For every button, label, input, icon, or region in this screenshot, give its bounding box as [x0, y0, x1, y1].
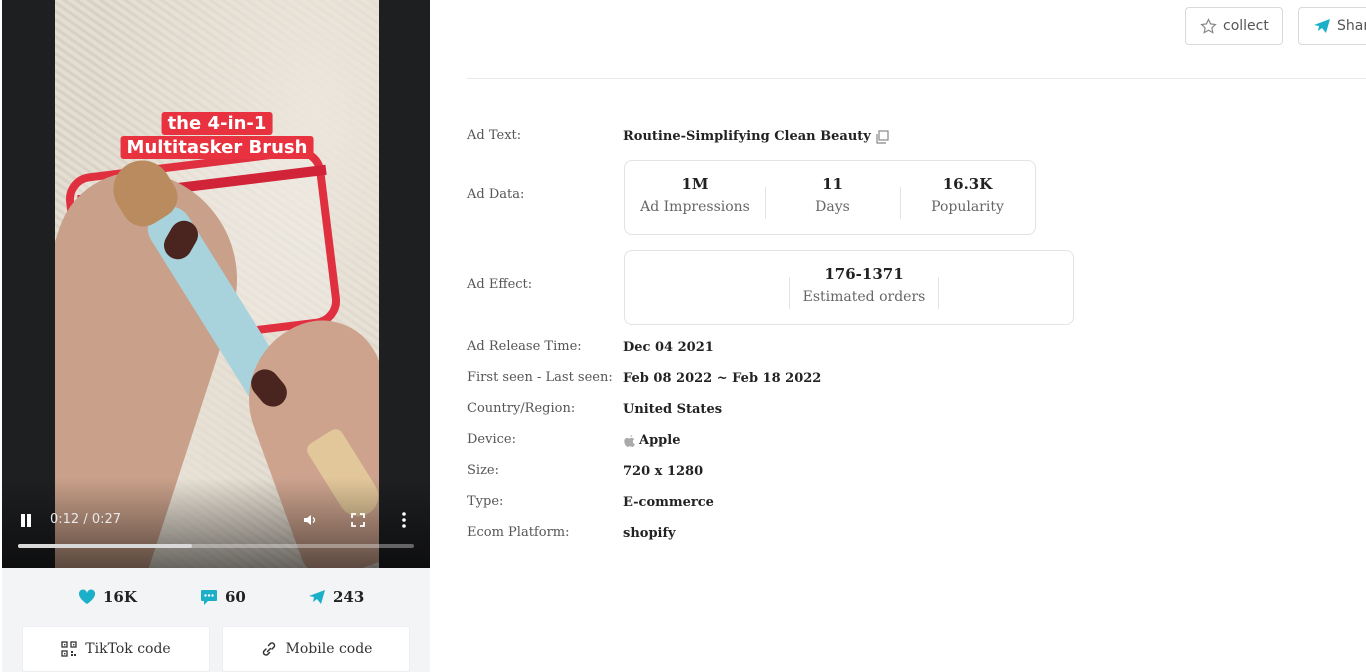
send-icon — [309, 590, 325, 604]
type-label: Type: — [467, 494, 504, 509]
ad-impressions-caption: Ad Impressions — [640, 199, 750, 215]
ad-impressions-stat: 1M Ad Impressions — [625, 175, 765, 215]
ecom-platform-value: shopify — [623, 526, 676, 541]
release-time-label: Ad Release Time: — [467, 339, 582, 354]
mobile-code-label: Mobile code — [285, 641, 373, 657]
shares-count: 243 — [333, 588, 365, 606]
copy-icon[interactable] — [875, 129, 889, 144]
type-value: E-commerce — [623, 495, 714, 510]
device-row: Apple — [623, 433, 680, 448]
estimated-orders-stat: 176-1371 Estimated orders — [789, 265, 939, 305]
estimated-orders-value: 176-1371 — [824, 265, 904, 283]
days-stat: 11 Days — [765, 175, 900, 215]
video-controls: 0:12 / 0:27 — [2, 506, 430, 534]
popularity-value: 16.3K — [942, 175, 993, 193]
device-label: Device: — [467, 432, 516, 447]
popularity-caption: Popularity — [931, 199, 1004, 215]
video-caption-line2: Multitasker Brush — [120, 136, 314, 159]
seen-range-value: Feb 08 2022 ~ Feb 18 2022 — [623, 371, 822, 386]
comment-icon — [201, 589, 217, 605]
stat-divider — [938, 277, 939, 309]
engagement-panel: 16K 60 243 TikTok code Mobile code — [2, 568, 430, 672]
days-value: 11 — [822, 175, 843, 193]
ad-effect-label: Ad Effect: — [467, 277, 533, 292]
ecom-platform-label: Ecom Platform: — [467, 525, 570, 540]
size-label: Size: — [467, 463, 499, 478]
qr-code-icon — [61, 641, 77, 657]
video-time: 0:12 / 0:27 — [50, 512, 122, 527]
ad-text-row: Routine-Simplifying Clean Beauty — [623, 129, 889, 144]
star-icon — [1200, 17, 1217, 34]
send-icon — [1314, 19, 1330, 33]
comments-count: 60 — [225, 588, 246, 606]
heart-icon — [78, 589, 96, 604]
likes-stat: 16K — [78, 588, 137, 606]
collect-label: collect — [1223, 18, 1269, 34]
country-value: United States — [623, 402, 723, 417]
collect-button[interactable]: collect — [1185, 7, 1283, 45]
apple-icon — [624, 434, 635, 447]
size-value: 720 x 1280 — [623, 464, 704, 479]
link-icon — [262, 642, 275, 656]
share-button[interactable]: Share — [1298, 7, 1366, 45]
days-caption: Days — [815, 199, 850, 215]
share-label: Share — [1337, 18, 1366, 34]
mobile-code-button[interactable]: Mobile code — [222, 626, 410, 672]
pause-icon[interactable] — [20, 514, 32, 527]
video-progress-fill — [18, 544, 193, 548]
ad-data-label: Ad Data: — [467, 187, 525, 202]
ad-impressions-value: 1M — [681, 175, 709, 193]
fullscreen-icon[interactable] — [350, 512, 366, 528]
release-time-value: Dec 04 2021 — [623, 340, 714, 355]
ad-data-card: 1M Ad Impressions 11 Days 16.3K Populari… — [624, 160, 1036, 235]
shares-stat: 243 — [308, 588, 364, 606]
likes-count: 16K — [103, 588, 137, 606]
device-value: Apple — [639, 433, 681, 448]
popularity-stat: 16.3K Popularity — [900, 175, 1035, 215]
ad-effect-card: 176-1371 Estimated orders — [624, 250, 1074, 325]
header-divider — [467, 78, 1366, 79]
ad-text-label: Ad Text: — [467, 128, 522, 143]
comments-stat: 60 — [200, 588, 246, 606]
tiktok-code-label: TikTok code — [85, 641, 171, 657]
estimated-orders-caption: Estimated orders — [802, 289, 926, 305]
video-caption-line1: the 4-in-1 — [161, 112, 273, 135]
country-label: Country/Region: — [467, 401, 576, 416]
tiktok-code-button[interactable]: TikTok code — [22, 626, 210, 672]
video-progress-bar[interactable] — [18, 544, 414, 548]
seen-range-label: First seen - Last seen: — [467, 370, 613, 385]
volume-icon[interactable] — [302, 512, 318, 528]
ad-text-value: Routine-Simplifying Clean Beauty — [623, 129, 871, 144]
video-player[interactable]: the 4-in-1 Multitasker Brush 0:12 / 0:27 — [2, 0, 430, 568]
more-options-icon[interactable] — [400, 511, 408, 529]
